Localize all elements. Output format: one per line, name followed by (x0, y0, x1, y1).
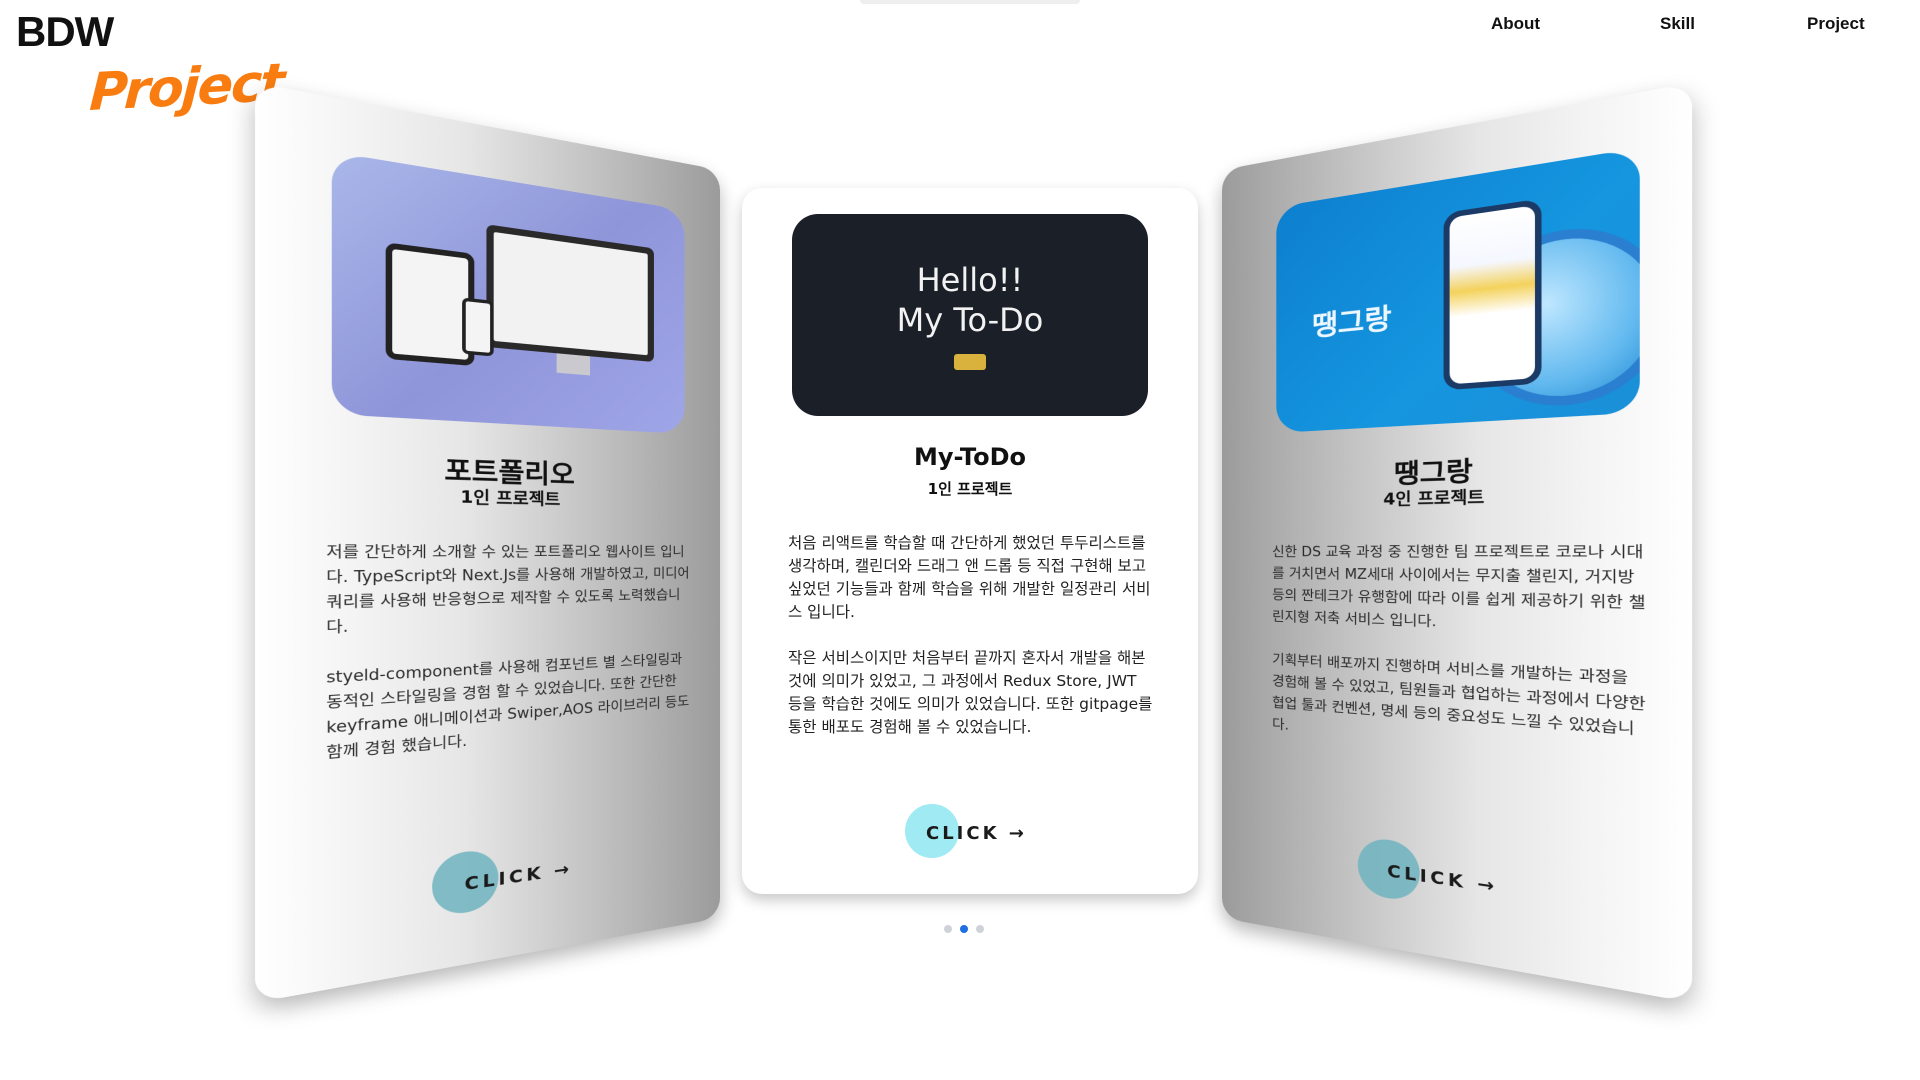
card-description: 처음 리액트를 학습할 때 간단하게 했었던 투두리스트를 생각하며, 캘린더와… (788, 532, 1154, 739)
thumb-chip (954, 354, 986, 370)
monitor-stand (557, 353, 590, 375)
nav-about-link[interactable]: About (1491, 14, 1540, 34)
card-description: 저를 간단하게 소개할 수 있는 포트폴리오 웹사이트 입니다. TypeScr… (326, 540, 690, 766)
mytodo-thumbnail: Hello!! My To-Do (792, 214, 1148, 416)
tablet-mockup (386, 242, 475, 366)
monitor-mockup (486, 224, 653, 362)
card-description: 신한 DS 교육 과정 중 진행한 팀 프로젝트로 코로나 시대를 거치면서 M… (1272, 540, 1648, 768)
thumb-line-2: My To-Do (897, 300, 1044, 340)
click-label: CLICK → (926, 823, 1027, 844)
project-card-mytodo[interactable]: Hello!! My To-Do My-ToDo 1인 프로젝트 처음 리액트를… (742, 188, 1198, 894)
card-desc-paragraph: 작은 서비스이지만 처음부터 끝까지 혼자서 개발을 해본 것에 의미가 있었고… (788, 647, 1154, 739)
card-subtitle: 1인 프로젝트 (742, 478, 1198, 499)
thumb-brand: 땡그랑 (1312, 297, 1392, 345)
project-carousel[interactable]: 포트폴리오 1인 프로젝트 저를 간단하게 소개할 수 있는 포트폴리오 웹사이… (0, 160, 1920, 940)
phone-mockup (462, 297, 494, 356)
top-nav: About Skill Project (1470, 14, 1870, 38)
card-desc-paragraph: 신한 DS 교육 과정 중 진행한 팀 프로젝트로 코로나 시대를 거치면서 M… (1272, 540, 1648, 642)
card-click-button[interactable]: CLICK → (255, 830, 720, 944)
card-desc-paragraph: styeld-component를 사용해 컴포넌트 별 스타일링과 동적인 스… (326, 648, 690, 766)
site-logo[interactable]: BDW (16, 8, 113, 56)
pagination-dot[interactable] (976, 925, 984, 933)
phone-mockup (1444, 198, 1542, 390)
project-card-portfolio[interactable]: 포트폴리오 1인 프로젝트 저를 간단하게 소개할 수 있는 포트폴리오 웹사이… (255, 82, 720, 1002)
thumb-line-1: Hello!! (917, 260, 1024, 300)
ttanggrang-thumbnail: 땡그랑 (1276, 148, 1639, 433)
card-desc-paragraph: 처음 리액트를 학습할 때 간단하게 했었던 투두리스트를 생각하며, 캘린더와… (788, 532, 1154, 624)
project-card-ttanggrang[interactable]: 땡그랑 땡그랑 4인 프로젝트 신한 DS 교육 과정 중 진행한 팀 프로젝트… (1222, 82, 1692, 1002)
pagination-dot-active[interactable] (960, 925, 968, 933)
card-title: My-ToDo (742, 443, 1198, 471)
nav-skill-link[interactable]: Skill (1660, 14, 1695, 34)
card-click-button[interactable]: CLICK → (742, 816, 1198, 856)
top-scroll-hint (860, 0, 1080, 4)
pagination-dot[interactable] (944, 925, 952, 933)
card-click-button[interactable]: CLICK → (1222, 830, 1692, 944)
nav-project-link[interactable]: Project (1807, 14, 1865, 34)
carousel-pagination (944, 925, 984, 935)
card-desc-paragraph: 기획부터 배포까지 진행하며 서비스를 개발하는 과정을 경험해 볼 수 있었고… (1272, 649, 1648, 768)
portfolio-thumbnail (332, 152, 685, 434)
card-desc-paragraph: 저를 간단하게 소개할 수 있는 포트폴리오 웹사이트 입니다. TypeScr… (326, 540, 690, 640)
